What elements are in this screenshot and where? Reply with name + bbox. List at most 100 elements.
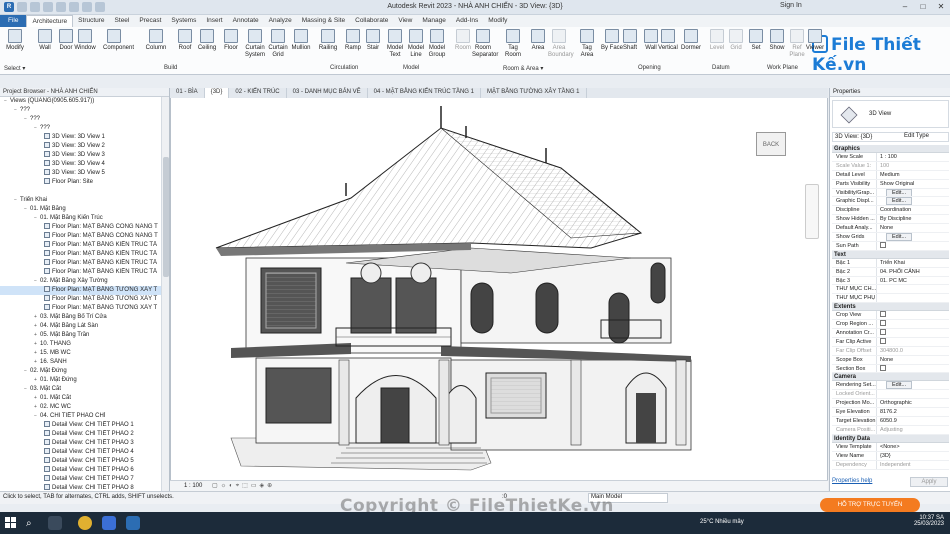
property-row[interactable]: Discipline Coordination xyxy=(832,206,949,216)
tree-item[interactable]: +15. MB WC xyxy=(0,349,162,358)
property-value[interactable] xyxy=(877,329,949,337)
tree-item[interactable]: Detail View: CHI TIẾT PHÀO 8 xyxy=(0,484,162,491)
property-checkbox[interactable] xyxy=(880,241,886,248)
property-category[interactable]: Text xyxy=(832,250,949,259)
tree-item[interactable]: +01. Mặt Đứng xyxy=(0,376,162,385)
property-value[interactable]: By Discipline xyxy=(877,215,949,223)
tree-item[interactable]: Detail View: CHI TIẾT PHÀO 5 xyxy=(0,457,162,466)
property-row[interactable]: View Template <None> xyxy=(832,442,949,452)
view-tab[interactable]: 01 - BÌA xyxy=(170,88,205,98)
support-chip[interactable]: HỖ TRỢ TRỰC TUYẾN xyxy=(820,498,920,512)
ribbon-button-mullion[interactable]: Mullion xyxy=(290,29,312,52)
ribbon-tab-file[interactable]: File xyxy=(0,15,27,27)
ribbon-tab-collaborate[interactable]: Collaborate xyxy=(350,15,393,27)
tree-item[interactable]: −03. Mặt Cắt xyxy=(0,385,162,394)
property-value[interactable] xyxy=(877,390,949,398)
tree-item[interactable]: −??? xyxy=(0,124,162,133)
property-edit-button[interactable]: Edit... xyxy=(886,197,913,206)
tree-item[interactable]: 3D View: 3D View 5 xyxy=(0,169,162,178)
property-value[interactable]: Edit... xyxy=(877,381,949,390)
property-row[interactable]: Detail Level Medium xyxy=(832,170,949,180)
tree-item[interactable]: − Views (QUANG(0905.605.917)) xyxy=(0,97,162,106)
tree-item[interactable]: +01. Mặt Cắt xyxy=(0,394,162,403)
property-value[interactable]: Independent xyxy=(877,461,949,469)
property-row[interactable]: Projection Mo... Orthographic xyxy=(832,399,949,409)
ribbon-button-component[interactable]: Component xyxy=(103,29,134,52)
tree-item[interactable]: Floor Plan: MẶT BẰNG KIẾN TRÚC TẦ xyxy=(0,241,162,250)
ribbon-button-show[interactable]: Show xyxy=(766,29,788,52)
ribbon-tab-architecture[interactable]: Architecture xyxy=(26,15,74,27)
sign-in-link[interactable]: Sign In xyxy=(780,2,802,9)
tree-item[interactable]: Detail View: CHI TIẾT PHÀO 2 xyxy=(0,430,162,439)
tree-item[interactable]: +04. Mặt Bằng Lát Sàn xyxy=(0,322,162,331)
property-value[interactable]: {3D} xyxy=(877,452,949,460)
tree-item[interactable]: 3D View: 3D View 1 xyxy=(0,133,162,142)
property-edit-button[interactable]: Edit... xyxy=(886,188,913,197)
ribbon-button-grid[interactable]: Grid xyxy=(725,29,747,52)
view-tab[interactable]: {3D} xyxy=(204,88,230,98)
ribbon-button-railing[interactable]: Railing xyxy=(317,29,339,52)
property-category[interactable]: Camera xyxy=(832,373,949,382)
property-value[interactable]: Medium xyxy=(877,171,949,179)
windows-start-icon[interactable] xyxy=(5,517,16,528)
property-value[interactable] xyxy=(877,320,949,328)
property-checkbox[interactable] xyxy=(880,337,886,344)
property-value[interactable]: 304800.0 xyxy=(877,347,949,355)
ribbon-button-model-group[interactable]: Model Group xyxy=(426,29,448,58)
property-value[interactable]: Coordination xyxy=(877,206,949,214)
ribbon-panel-label[interactable]: Opening xyxy=(638,65,661,71)
tree-item[interactable]: Detail View: CHI TIẾT PHÀO 6 xyxy=(0,466,162,475)
tree-item[interactable]: Detail View: CHI TIẾT PHÀO 7 xyxy=(0,475,162,484)
ribbon-button-room[interactable]: Room xyxy=(452,29,474,52)
tree-item[interactable]: Floor Plan: MẶT BẰNG KIẾN TRÚC TẦ xyxy=(0,259,162,268)
property-value[interactable]: Edit... xyxy=(877,233,949,241)
ribbon-tab-analyze[interactable]: Analyze xyxy=(264,15,297,27)
navigation-bar[interactable] xyxy=(805,184,819,239)
property-checkbox[interactable] xyxy=(880,329,886,336)
tree-item[interactable]: Floor Plan: MẶT BẰNG KIẾN TRÚC TẦ xyxy=(0,268,162,277)
property-value[interactable]: 100 xyxy=(877,162,949,170)
ribbon-button-room-separator[interactable]: Room Separator xyxy=(472,29,498,58)
property-value[interactable]: None xyxy=(877,224,949,232)
property-row[interactable]: Crop View xyxy=(832,311,949,321)
tree-item[interactable]: +02. MC WC xyxy=(0,403,162,412)
view-tab[interactable]: 03 - DANH MỤC BẢN VẼ xyxy=(287,88,368,98)
tree-item[interactable]: −01. Mặt Bằng Kiến Trúc xyxy=(0,214,162,223)
property-row[interactable]: Scale Value 1: 100 xyxy=(832,161,949,171)
property-row[interactable]: View Name {3D} xyxy=(832,451,949,461)
tree-item[interactable]: Floor Plan: MẶT BẰNG TƯỜNG XÂY T xyxy=(0,295,162,304)
revit-taskbar-icon[interactable] xyxy=(126,516,140,530)
ribbon-button-curtain-system[interactable]: Curtain System xyxy=(244,29,266,58)
tree-item[interactable]: 3D View: 3D View 2 xyxy=(0,142,162,151)
ribbon-button-ceiling[interactable]: Ceiling xyxy=(196,29,218,52)
view-tab[interactable]: 04 - MẶT BẰNG KIẾN TRÚC TẦNG 1 xyxy=(368,88,481,98)
tree-item[interactable]: +03. Mặt Bằng Bố Trí Cửa xyxy=(0,313,162,322)
property-row[interactable]: Locked Orient... xyxy=(832,390,949,400)
property-row[interactable]: Bậc 2 04. PHỐI CẢNH xyxy=(832,267,949,277)
property-value[interactable]: 8176.2 xyxy=(877,408,949,416)
ribbon-button-model-line[interactable]: Model Line xyxy=(405,29,427,58)
property-row[interactable]: Far Clip Active xyxy=(832,337,949,347)
ribbon-tab-view[interactable]: View xyxy=(393,15,417,27)
tree-item[interactable]: Floor Plan: MẶT BẰNG CÔNG NĂNG T xyxy=(0,223,162,232)
type-selector[interactable]: 3D View xyxy=(832,100,949,128)
property-row[interactable]: THƯ MỤC CH... xyxy=(832,285,949,295)
property-checkbox[interactable] xyxy=(880,364,886,371)
view-control-icons[interactable]: ▢☼◐⌖⬚▭◈⊕ xyxy=(212,482,275,490)
property-value[interactable]: 01. PC MC xyxy=(877,277,949,285)
property-value[interactable]: <None> xyxy=(877,443,949,451)
property-value[interactable] xyxy=(877,241,949,250)
property-row[interactable]: Bậc 1 Triển Khai xyxy=(832,258,949,268)
ribbon-button-window[interactable]: Window xyxy=(74,29,96,52)
zalo-icon[interactable] xyxy=(102,516,116,530)
ribbon-tab-systems[interactable]: Systems xyxy=(166,15,201,27)
ribbon-button-dormer[interactable]: Dormer xyxy=(680,29,702,52)
property-value[interactable]: Triển Khai xyxy=(877,259,949,267)
tree-item[interactable]: −??? xyxy=(0,106,162,115)
property-value[interactable]: Edit... xyxy=(877,188,949,197)
property-row[interactable]: Section Box xyxy=(832,364,949,374)
property-row[interactable]: Bậc 3 01. PC MC xyxy=(832,276,949,286)
property-row[interactable]: Far Clip Offset 304800.0 xyxy=(832,346,949,356)
minimize-button[interactable]: – xyxy=(896,0,914,14)
property-value[interactable]: 6050.9 xyxy=(877,417,949,425)
